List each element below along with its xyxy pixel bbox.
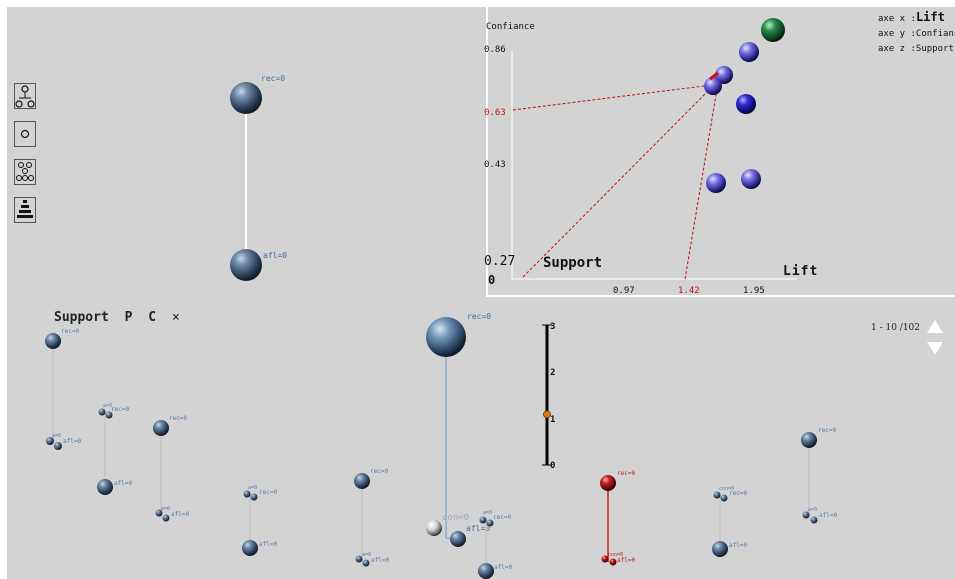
svg-text:afl=0: afl=0	[259, 541, 277, 548]
svg-text:a=0: a=0	[161, 506, 170, 512]
svg-text:con=0: con=0	[442, 513, 469, 523]
main-rule-bottom-label: afl=0	[263, 251, 287, 260]
svg-text:a=0: a=0	[483, 510, 492, 516]
svg-text:afl=0: afl=0	[114, 480, 132, 487]
pc-rule-red[interactable]: rec=0 con=0 afl=0	[600, 470, 635, 566]
svg-text:a=0: a=0	[248, 485, 257, 491]
c-button[interactable]: C	[148, 310, 156, 325]
active-rule-top-sphere[interactable]	[426, 317, 466, 357]
slider-label-0: 0	[550, 461, 555, 471]
close-icon[interactable]: ×	[172, 310, 180, 325]
triangle-down-icon	[927, 342, 943, 355]
scatter-point-dark[interactable]	[736, 94, 756, 114]
scatter-point[interactable]	[739, 42, 759, 62]
pc-rules: rec=0 a=0 afl=0 rec=0 a=0 afl=0 rec=0 a=…	[45, 312, 837, 579]
main-rule[interactable]: rec=0 afl=0	[230, 74, 287, 281]
main-rule-top-sphere[interactable]	[230, 82, 262, 114]
svg-text:a=0: a=0	[362, 552, 371, 558]
svg-text:a=0: a=0	[52, 433, 61, 439]
x-tick-0.97: 0.97	[613, 286, 635, 296]
slider-label-2: 2	[550, 368, 555, 378]
axis-legend-x: axe x :Lift	[878, 10, 945, 24]
x-axis-title: Lift	[783, 264, 818, 279]
axis-legend-z: axe z :Support	[878, 44, 954, 54]
visualization-svg: rec=0 afl=0 Confiance 0.86 0.63 0.43 0.2…	[45, 7, 955, 579]
pc-rule[interactable]: rec=0 a=0 afl=0	[97, 403, 132, 495]
pc-toolbar: Support P C ×	[54, 310, 188, 325]
pc-rule[interactable]: rec=0 a=0 afl=0	[242, 485, 277, 556]
origin-label: 0	[488, 273, 495, 287]
pc-rule-active[interactable]: rec=0 con=0 afl=0	[426, 312, 491, 547]
projection-to-y-axis	[512, 84, 713, 111]
svg-text:rec=0: rec=0	[818, 427, 836, 434]
active-rule-con-sphere[interactable]	[426, 520, 442, 536]
slider-label-3: 3	[550, 322, 555, 332]
sort-support-button[interactable]: Support	[54, 310, 109, 325]
y-tick-0.27: 0.27	[484, 254, 515, 269]
pc-rule[interactable]: rec=0 a=0 afl=0	[478, 510, 512, 579]
scatter-point-selected[interactable]	[704, 77, 722, 95]
level-slider[interactable]: 3 2 1 0	[542, 322, 555, 471]
pc-rule[interactable]: rec=0 con=0 afl=0	[712, 486, 747, 557]
svg-text:rec=0: rec=0	[169, 415, 187, 422]
scatter-panel: Confiance 0.86 0.63 0.43 0.27 0 Support …	[484, 7, 955, 297]
pager-text: 1 - 10 /102	[871, 323, 921, 333]
svg-text:a=0: a=0	[103, 403, 112, 409]
svg-text:a=0: a=0	[808, 507, 817, 513]
y-axis-title: Confiance	[486, 22, 535, 32]
pc-rule-top-sphere[interactable]	[45, 333, 61, 349]
active-rule-afl-sphere[interactable]	[450, 531, 466, 547]
y-tick-0.63: 0.63	[484, 108, 506, 118]
slider-thumb[interactable]	[543, 410, 551, 419]
pc-rule[interactable]: rec=0 a=0 afl=0	[153, 415, 189, 522]
scatter-point[interactable]	[741, 169, 761, 189]
svg-text:rec=0: rec=0	[370, 468, 388, 475]
pc-rule[interactable]: rec=0 a=0 afl=0	[801, 427, 837, 524]
x-tick-1.42: 1.42	[678, 286, 700, 296]
svg-text:rec=0: rec=0	[61, 328, 79, 335]
page-up-button[interactable]	[926, 319, 944, 335]
p-button[interactable]: P	[125, 310, 133, 325]
pc-rule-bottom-sphere[interactable]	[97, 479, 113, 495]
svg-text:rec=0: rec=0	[493, 514, 511, 521]
svg-text:afl=0: afl=0	[63, 438, 81, 445]
scatter-point-green[interactable]	[761, 18, 785, 42]
triangle-up-icon	[927, 320, 943, 333]
pc-rule[interactable]: rec=0 a=0 afl=0	[354, 468, 389, 567]
selection-projection-lines	[512, 84, 718, 280]
svg-text:rec=0: rec=0	[617, 470, 635, 477]
page-down-button[interactable]	[926, 340, 944, 356]
svg-text:con=0: con=0	[719, 486, 734, 492]
axis-legend-y: axe y :Confiance	[878, 29, 955, 39]
svg-text:rec=0: rec=0	[111, 406, 129, 413]
projection-to-z-axis	[522, 86, 713, 278]
x-tick-1.95: 1.95	[743, 286, 765, 296]
app-canvas: rec=0 afl=0 Confiance 0.86 0.63 0.43 0.2…	[7, 7, 955, 579]
svg-text:rec=0: rec=0	[259, 489, 277, 496]
svg-text:afl=0: afl=0	[617, 557, 635, 564]
main-rule-top-label: rec=0	[261, 74, 285, 83]
svg-text:afl=0: afl=0	[819, 512, 837, 519]
svg-text:afl=0: afl=0	[171, 511, 189, 518]
pc-rule-item-sphere[interactable]	[54, 442, 62, 450]
svg-text:afl=0: afl=0	[371, 557, 389, 564]
pc-rule[interactable]: rec=0 a=0 afl=0	[45, 328, 81, 450]
svg-text:rec=0: rec=0	[467, 312, 491, 321]
slider-label-1: 1	[550, 415, 555, 425]
main-rule-bottom-sphere[interactable]	[230, 249, 262, 281]
svg-text:afl=0: afl=0	[729, 542, 747, 549]
y-tick-0.43: 0.43	[484, 160, 506, 170]
svg-text:afl=0: afl=0	[494, 564, 512, 571]
z-axis-title: Support	[543, 255, 602, 271]
scatter-point[interactable]	[706, 173, 726, 193]
y-tick-0.86: 0.86	[484, 45, 506, 55]
